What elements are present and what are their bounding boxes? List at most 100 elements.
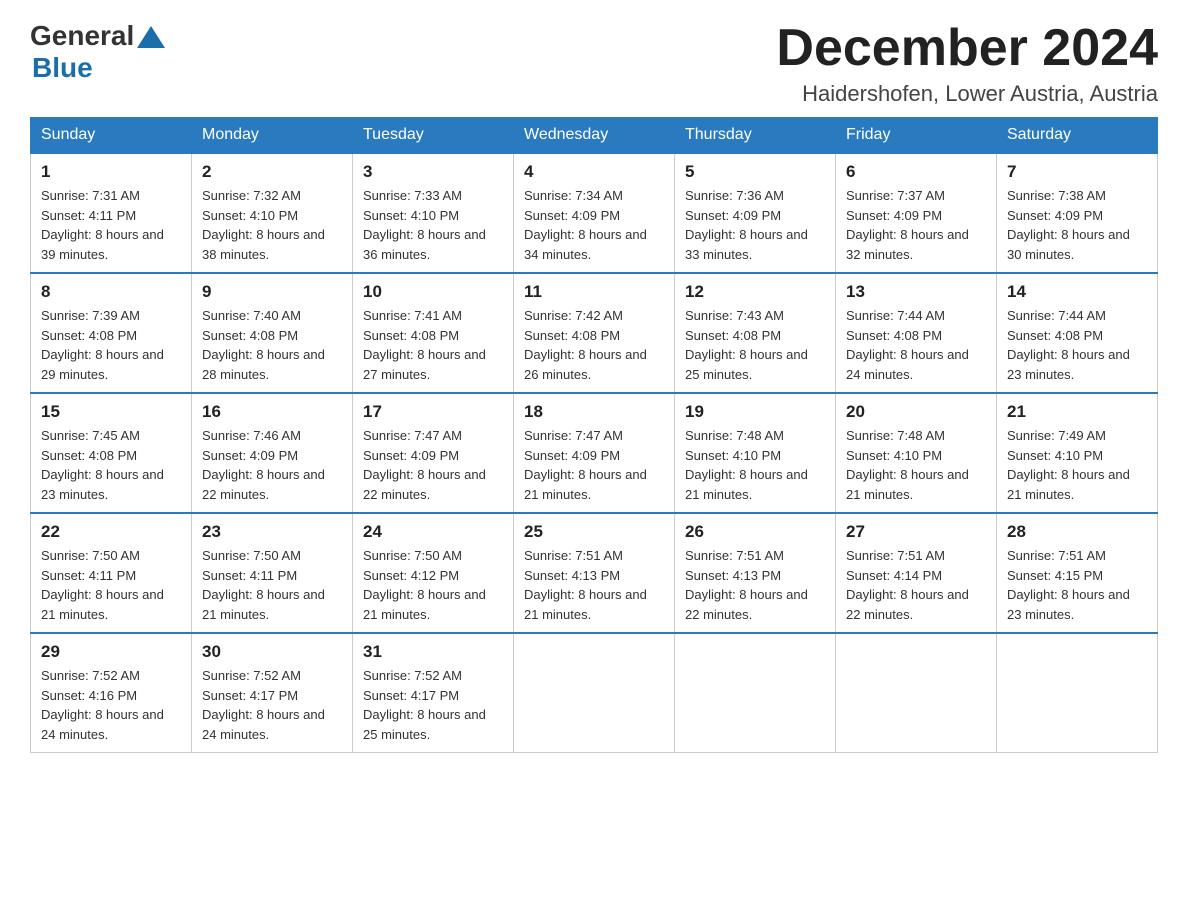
calendar-day-cell: 4 Sunrise: 7:34 AMSunset: 4:09 PMDaylight… (514, 153, 675, 273)
logo-blue-text: Blue (32, 52, 93, 84)
day-info: Sunrise: 7:44 AMSunset: 4:08 PMDaylight:… (1007, 306, 1147, 384)
day-number: 28 (1007, 522, 1147, 542)
day-info: Sunrise: 7:50 AMSunset: 4:11 PMDaylight:… (202, 546, 342, 624)
calendar-day-cell: 31Sunrise: 7:52 AMSunset: 4:17 PMDayligh… (353, 633, 514, 753)
day-number: 4 (524, 162, 664, 182)
calendar-day-cell: 2 Sunrise: 7:32 AMSunset: 4:10 PMDaylight… (192, 153, 353, 273)
calendar-day-cell: 23Sunrise: 7:50 AMSunset: 4:11 PMDayligh… (192, 513, 353, 633)
calendar-day-cell: 1 Sunrise: 7:31 AMSunset: 4:11 PMDaylight… (31, 153, 192, 273)
calendar-day-cell: 29Sunrise: 7:52 AMSunset: 4:16 PMDayligh… (31, 633, 192, 753)
calendar-day-cell: 24 Sunrise: 7:50 AMSunset: 4:12 PMDayligh… (353, 513, 514, 633)
calendar-day-cell: 15Sunrise: 7:45 AMSunset: 4:08 PMDayligh… (31, 393, 192, 513)
day-number: 15 (41, 402, 181, 422)
day-number: 6 (846, 162, 986, 182)
day-info: Sunrise: 7:51 AMSunset: 4:13 PMDaylight:… (685, 546, 825, 624)
day-info: Sunrise: 7:50 AMSunset: 4:12 PMDaylight:… (363, 546, 503, 624)
logo-triangle-icon (137, 26, 165, 48)
day-info: Sunrise: 7:51 AMSunset: 4:13 PMDaylight:… (524, 546, 664, 624)
day-info: Sunrise: 7:52 AMSunset: 4:16 PMDaylight:… (41, 666, 181, 744)
calendar-day-cell: 30 Sunrise: 7:52 AMSunset: 4:17 PMDayligh… (192, 633, 353, 753)
calendar-table: SundayMondayTuesdayWednesdayThursdayFrid… (30, 117, 1158, 753)
calendar-header-saturday: Saturday (997, 118, 1158, 154)
calendar-day-cell: 12 Sunrise: 7:43 AMSunset: 4:08 PMDayligh… (675, 273, 836, 393)
day-number: 13 (846, 282, 986, 302)
title-section: December 2024 Haidershofen, Lower Austri… (776, 20, 1158, 107)
day-number: 26 (685, 522, 825, 542)
calendar-day-cell: 25Sunrise: 7:51 AMSunset: 4:13 PMDayligh… (514, 513, 675, 633)
day-number: 20 (846, 402, 986, 422)
day-info: Sunrise: 7:51 AMSunset: 4:15 PMDaylight:… (1007, 546, 1147, 624)
day-info: Sunrise: 7:38 AMSunset: 4:09 PMDaylight:… (1007, 186, 1147, 264)
calendar-day-cell: 11Sunrise: 7:42 AMSunset: 4:08 PMDayligh… (514, 273, 675, 393)
day-info: Sunrise: 7:42 AMSunset: 4:08 PMDaylight:… (524, 306, 664, 384)
calendar-day-cell: 10 Sunrise: 7:41 AMSunset: 4:08 PMDayligh… (353, 273, 514, 393)
day-number: 1 (41, 162, 181, 182)
day-info: Sunrise: 7:39 AMSunset: 4:08 PMDaylight:… (41, 306, 181, 384)
day-info: Sunrise: 7:31 AMSunset: 4:11 PMDaylight:… (41, 186, 181, 264)
day-number: 10 (363, 282, 503, 302)
day-info: Sunrise: 7:52 AMSunset: 4:17 PMDaylight:… (202, 666, 342, 744)
calendar-day-cell: 8 Sunrise: 7:39 AMSunset: 4:08 PMDaylight… (31, 273, 192, 393)
day-info: Sunrise: 7:48 AMSunset: 4:10 PMDaylight:… (846, 426, 986, 504)
day-number: 24 (363, 522, 503, 542)
day-number: 8 (41, 282, 181, 302)
day-info: Sunrise: 7:43 AMSunset: 4:08 PMDaylight:… (685, 306, 825, 384)
page-header: General Blue December 2024 Haidershofen,… (30, 20, 1158, 107)
calendar-header-monday: Monday (192, 118, 353, 154)
calendar-day-cell: 3Sunrise: 7:33 AMSunset: 4:10 PMDaylight… (353, 153, 514, 273)
calendar-day-cell: 22 Sunrise: 7:50 AMSunset: 4:11 PMDayligh… (31, 513, 192, 633)
calendar-day-cell: 6Sunrise: 7:37 AMSunset: 4:09 PMDaylight… (836, 153, 997, 273)
calendar-header-thursday: Thursday (675, 118, 836, 154)
calendar-week-row: 29Sunrise: 7:52 AMSunset: 4:16 PMDayligh… (31, 633, 1158, 753)
calendar-day-cell: 7 Sunrise: 7:38 AMSunset: 4:09 PMDaylight… (997, 153, 1158, 273)
day-number: 17 (363, 402, 503, 422)
day-info: Sunrise: 7:40 AMSunset: 4:08 PMDaylight:… (202, 306, 342, 384)
day-info: Sunrise: 7:36 AMSunset: 4:09 PMDaylight:… (685, 186, 825, 264)
day-number: 31 (363, 642, 503, 662)
day-number: 21 (1007, 402, 1147, 422)
calendar-header-friday: Friday (836, 118, 997, 154)
calendar-day-cell: 9 Sunrise: 7:40 AMSunset: 4:08 PMDaylight… (192, 273, 353, 393)
day-number: 16 (202, 402, 342, 422)
day-number: 9 (202, 282, 342, 302)
location-text: Haidershofen, Lower Austria, Austria (776, 81, 1158, 107)
calendar-day-cell (514, 633, 675, 753)
day-number: 27 (846, 522, 986, 542)
calendar-day-cell: 13 Sunrise: 7:44 AMSunset: 4:08 PMDayligh… (836, 273, 997, 393)
calendar-day-cell: 19 Sunrise: 7:48 AMSunset: 4:10 PMDayligh… (675, 393, 836, 513)
day-info: Sunrise: 7:34 AMSunset: 4:09 PMDaylight:… (524, 186, 664, 264)
day-info: Sunrise: 7:47 AMSunset: 4:09 PMDaylight:… (524, 426, 664, 504)
logo: General Blue (30, 20, 165, 84)
day-info: Sunrise: 7:41 AMSunset: 4:08 PMDaylight:… (363, 306, 503, 384)
day-info: Sunrise: 7:51 AMSunset: 4:14 PMDaylight:… (846, 546, 986, 624)
day-number: 7 (1007, 162, 1147, 182)
day-number: 22 (41, 522, 181, 542)
day-number: 2 (202, 162, 342, 182)
calendar-day-cell: 28 Sunrise: 7:51 AMSunset: 4:15 PMDayligh… (997, 513, 1158, 633)
day-info: Sunrise: 7:50 AMSunset: 4:11 PMDaylight:… (41, 546, 181, 624)
day-number: 12 (685, 282, 825, 302)
calendar-day-cell: 17 Sunrise: 7:47 AMSunset: 4:09 PMDayligh… (353, 393, 514, 513)
calendar-day-cell (997, 633, 1158, 753)
day-number: 5 (685, 162, 825, 182)
calendar-header-row: SundayMondayTuesdayWednesdayThursdayFrid… (31, 118, 1158, 154)
day-number: 18 (524, 402, 664, 422)
day-info: Sunrise: 7:32 AMSunset: 4:10 PMDaylight:… (202, 186, 342, 264)
calendar-week-row: 15Sunrise: 7:45 AMSunset: 4:08 PMDayligh… (31, 393, 1158, 513)
day-info: Sunrise: 7:46 AMSunset: 4:09 PMDaylight:… (202, 426, 342, 504)
day-info: Sunrise: 7:49 AMSunset: 4:10 PMDaylight:… (1007, 426, 1147, 504)
day-info: Sunrise: 7:47 AMSunset: 4:09 PMDaylight:… (363, 426, 503, 504)
day-info: Sunrise: 7:48 AMSunset: 4:10 PMDaylight:… (685, 426, 825, 504)
calendar-day-cell: 16 Sunrise: 7:46 AMSunset: 4:09 PMDayligh… (192, 393, 353, 513)
calendar-header-wednesday: Wednesday (514, 118, 675, 154)
day-number: 30 (202, 642, 342, 662)
calendar-day-cell: 5 Sunrise: 7:36 AMSunset: 4:09 PMDaylight… (675, 153, 836, 273)
calendar-header-sunday: Sunday (31, 118, 192, 154)
calendar-day-cell: 26 Sunrise: 7:51 AMSunset: 4:13 PMDayligh… (675, 513, 836, 633)
day-info: Sunrise: 7:44 AMSunset: 4:08 PMDaylight:… (846, 306, 986, 384)
day-number: 19 (685, 402, 825, 422)
calendar-day-cell: 18 Sunrise: 7:47 AMSunset: 4:09 PMDayligh… (514, 393, 675, 513)
calendar-day-cell: 14Sunrise: 7:44 AMSunset: 4:08 PMDayligh… (997, 273, 1158, 393)
calendar-week-row: 1 Sunrise: 7:31 AMSunset: 4:11 PMDaylight… (31, 153, 1158, 273)
calendar-header-tuesday: Tuesday (353, 118, 514, 154)
